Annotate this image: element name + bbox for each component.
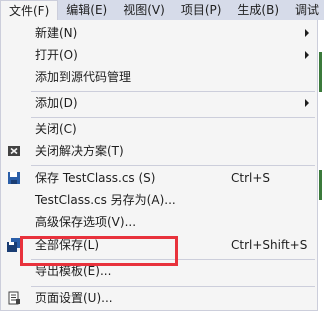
submenu-arrow-icon (305, 99, 309, 107)
highlight-annotation-box (20, 236, 178, 266)
submenu-arrow-icon (305, 29, 309, 37)
close-solution-icon (7, 144, 21, 158)
menu-item-label: TestClass.cs 另存为(A)... (35, 193, 176, 207)
menubar-build[interactable]: 生成(B) (229, 0, 287, 20)
menu-item-add[interactable]: 添加(D) (1, 92, 317, 114)
file-menu-dropdown: 新建(N) 打开(O) 添加到源代码管理 添加(D) 关闭(C) 关闭解决方案(… (0, 20, 318, 311)
change-indicator (319, 52, 322, 92)
menu-item-label: 关闭解决方案(T) (35, 144, 124, 158)
menu-item-save-as[interactable]: TestClass.cs 另存为(A)... (1, 189, 317, 211)
menu-item-add-to-source-control[interactable]: 添加到源代码管理 (1, 66, 317, 88)
menubar-project[interactable]: 项目(P) (173, 0, 230, 20)
menubar-file[interactable]: 文件(F) (0, 0, 59, 21)
menu-item-label: 页面设置(U)... (35, 291, 113, 305)
menu-item-label: 关闭(C) (35, 122, 77, 136)
menu-item-advanced-save-options[interactable]: 高级保存选项(V)... (1, 211, 317, 233)
menubar-debug[interactable]: 调试 (287, 0, 324, 20)
menu-item-shortcut: Ctrl+Shift+S (231, 238, 308, 252)
menu-bar: 文件(F) 编辑(E) 视图(V) 项目(P) 生成(B) 调试 (0, 0, 324, 21)
menu-item-open[interactable]: 打开(O) (1, 44, 317, 66)
menu-item-label: 添加(D) (35, 96, 78, 110)
menu-item-save[interactable]: 保存 TestClass.cs (S) Ctrl+S (1, 167, 317, 189)
menu-item-label: 打开(O) (35, 48, 78, 62)
save-icon (7, 171, 21, 185)
save-all-icon (7, 238, 21, 252)
menu-item-shortcut: Ctrl+S (231, 171, 271, 185)
menubar-edit[interactable]: 编辑(E) (58, 0, 115, 20)
menu-item-close[interactable]: 关闭(C) (1, 118, 317, 140)
separator (31, 165, 315, 166)
menubar-view[interactable]: 视图(V) (115, 0, 173, 20)
menu-item-label: 添加到源代码管理 (35, 70, 132, 84)
submenu-arrow-icon (305, 51, 309, 59)
menu-item-label: 新建(N) (35, 26, 78, 40)
menu-item-label: 高级保存选项(V)... (35, 215, 137, 229)
menu-item-new[interactable]: 新建(N) (1, 22, 317, 44)
menu-item-label: 保存 TestClass.cs (S) (35, 171, 156, 185)
page-setup-icon (7, 291, 21, 305)
menu-item-close-solution[interactable]: 关闭解决方案(T) (1, 140, 317, 162)
change-indicator (319, 170, 322, 200)
menu-item-page-setup[interactable]: 页面设置(U)... (1, 287, 317, 309)
